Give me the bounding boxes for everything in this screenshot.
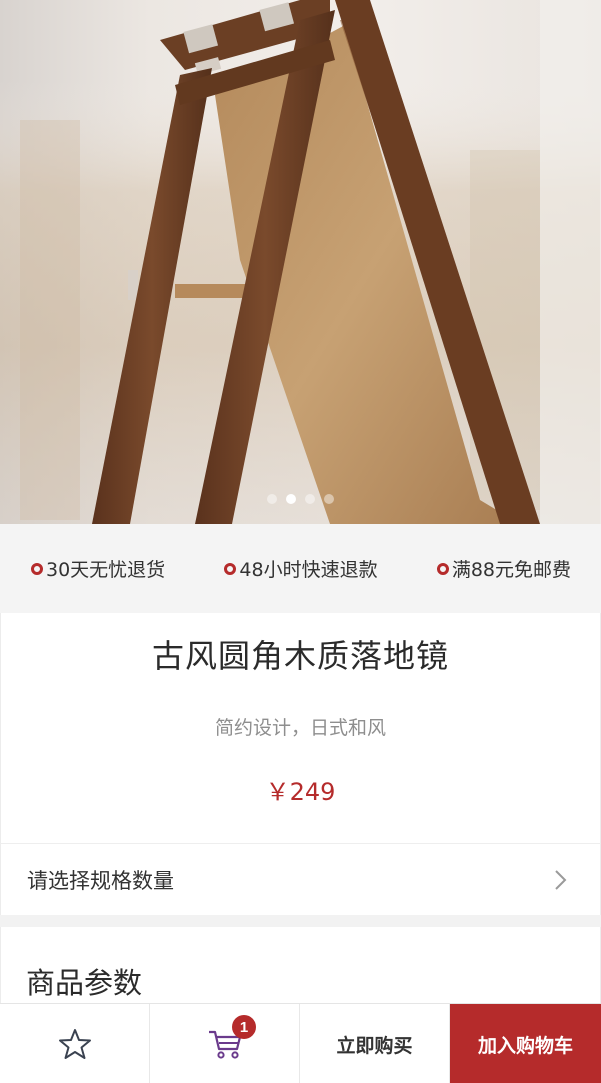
ring-icon [436,562,449,575]
service-promises: 30天无忧退货 48小时快速退款 满88元免邮费 [0,524,601,613]
carousel-dot[interactable] [267,494,277,504]
params-title: 商品参数 [26,966,143,1000]
promise-item: 30天无忧退货 [31,555,165,582]
star-icon [58,1029,91,1059]
cart-count-badge: 1 [232,1015,256,1039]
buy-now-button[interactable]: 立即购买 [300,1004,450,1083]
carousel-dot[interactable] [324,494,334,504]
cart-button[interactable]: 1 [150,1004,300,1083]
promise-label: 满88元免邮费 [451,559,571,581]
ring-icon [224,562,237,575]
section-divider [0,915,601,927]
spec-selector[interactable]: 请选择规格数量 [0,843,601,915]
add-to-cart-button[interactable]: 加入购物车 [450,1004,601,1083]
promise-item: 满88元免邮费 [436,555,571,582]
product-price: ￥249 [265,778,336,806]
promise-label: 48小时快速退款 [239,559,378,581]
product-image-carousel[interactable] [0,0,601,524]
product-title: 古风圆角木质落地镜 [151,637,449,675]
product-info: 古风圆角木质落地镜 简约设计，日式和风 ￥249 [0,613,601,843]
params-section: 商品参数 [0,927,601,1004]
product-photo [0,0,601,524]
favorite-button[interactable] [0,1004,150,1083]
carousel-indicators [0,494,601,504]
carousel-dot-active[interactable] [286,494,296,504]
spec-selector-label: 请选择规格数量 [27,868,174,893]
product-subtitle: 简约设计，日式和风 [214,717,386,739]
chevron-right-icon [555,870,567,890]
ring-icon [31,562,43,575]
promise-label: 30天无忧退货 [46,559,166,581]
promise-item: 48小时快速退款 [224,555,378,582]
bottom-action-bar: 1 立即购买 加入购物车 [0,1003,601,1083]
carousel-dot[interactable] [305,494,315,504]
